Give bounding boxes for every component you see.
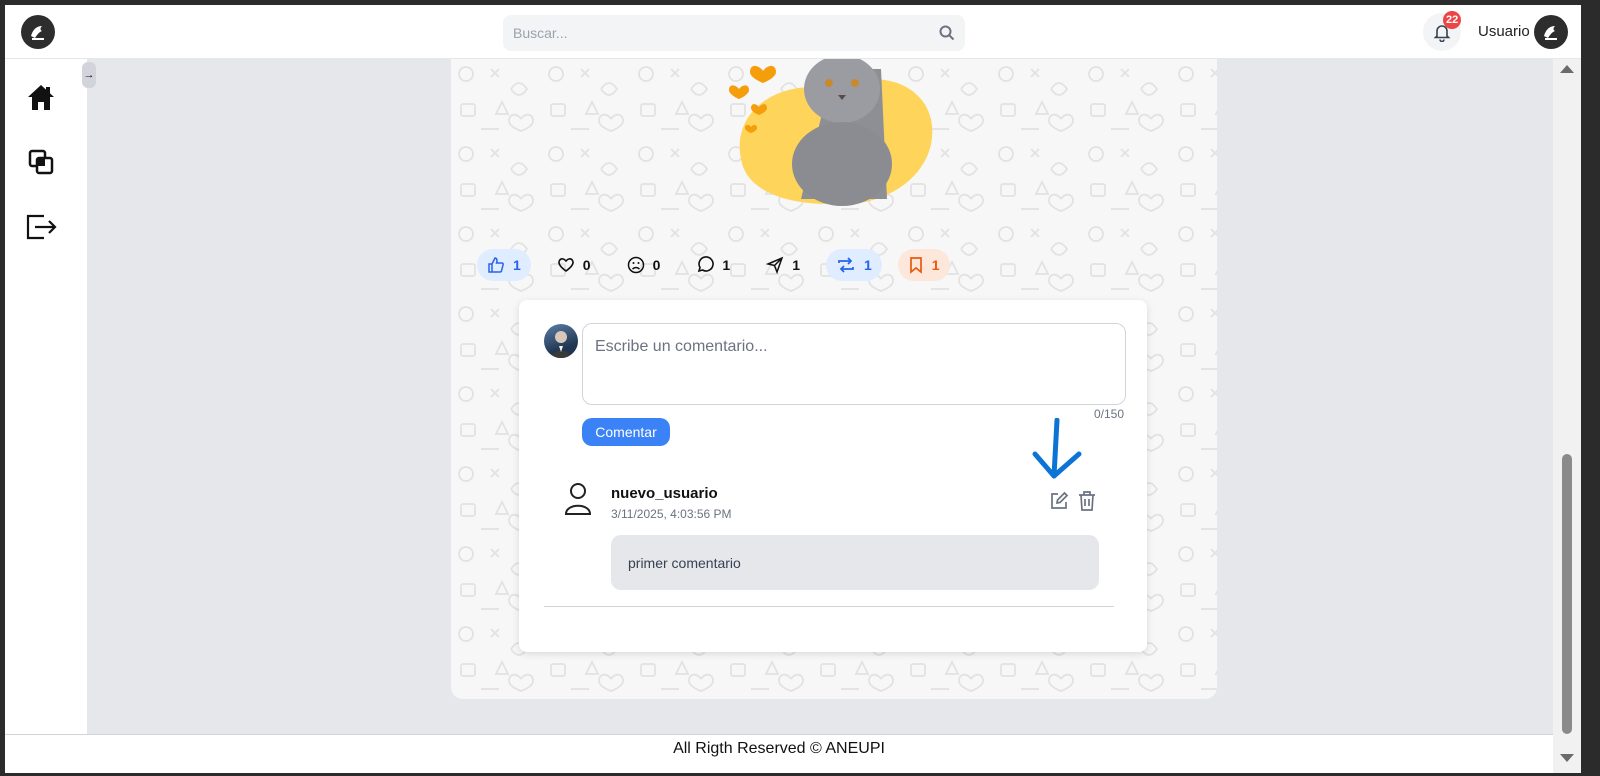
- app-window: 22 Usuario: [5, 5, 1581, 773]
- search-icon[interactable]: [939, 25, 955, 41]
- comment-text: primer comentario: [611, 535, 1099, 590]
- scrollbar-thumb[interactable]: [1562, 454, 1572, 734]
- username-label[interactable]: Usuario: [1478, 23, 1530, 40]
- sidebar-item-home[interactable]: [23, 79, 59, 115]
- comment-textarea[interactable]: [582, 323, 1126, 405]
- logo-bird-icon: [31, 26, 44, 40]
- search-bar: [503, 15, 965, 51]
- post-image-cat: [729, 59, 933, 206]
- current-user-avatar[interactable]: [544, 324, 578, 358]
- like-count: 1: [513, 257, 521, 273]
- comment-divider: [544, 606, 1114, 607]
- layers-icon: [28, 149, 54, 175]
- bookmark-count: 1: [931, 257, 940, 273]
- sad-count: 0: [652, 257, 661, 273]
- vertical-scrollbar[interactable]: [1553, 59, 1581, 773]
- share-count: 1: [792, 257, 800, 273]
- notification-badge: 22: [1443, 11, 1462, 29]
- comment-button[interactable]: 1: [686, 249, 740, 281]
- sad-button[interactable]: 0: [617, 249, 671, 281]
- send-icon: [766, 256, 784, 274]
- notifications-button[interactable]: 22: [1423, 11, 1462, 51]
- share-button[interactable]: 1: [756, 249, 810, 281]
- user-outline-icon: [564, 483, 592, 515]
- reaction-bar: 1 0 0 1 1 1 1: [477, 249, 966, 283]
- search-input[interactable]: [513, 25, 939, 41]
- trash-icon[interactable]: [1077, 490, 1097, 512]
- sidebar: [5, 59, 87, 753]
- love-count: 0: [582, 257, 591, 273]
- avatar-bird-icon: [1544, 26, 1557, 40]
- character-counter: 0/150: [1094, 407, 1125, 421]
- repost-icon: [838, 257, 854, 273]
- love-button[interactable]: 0: [547, 249, 601, 281]
- user-avatar[interactable]: [1534, 15, 1568, 49]
- scroll-down-arrow[interactable]: [1560, 754, 1574, 762]
- logout-icon: [26, 214, 57, 240]
- sidebar-item-layers[interactable]: [23, 144, 59, 180]
- sad-face-icon: [627, 256, 644, 274]
- thumbs-up-icon: [488, 257, 504, 273]
- top-navbar: 22 Usuario: [5, 5, 1581, 59]
- repost-count: 1: [863, 257, 872, 273]
- post-card: 1 0 0 1 1 1 1 Escribe un comentario... 0…: [451, 59, 1217, 699]
- comment-icon: [698, 256, 715, 273]
- submit-comment-button[interactable]: Comentar: [582, 418, 670, 446]
- app-logo[interactable]: [21, 15, 55, 49]
- bookmark-icon: [909, 257, 922, 274]
- annotation-arrow-icon: [1032, 418, 1082, 479]
- sidebar-toggle-button[interactable]: →: [82, 62, 96, 88]
- comments-panel: 0/150 Comentar nuevo_usuario 3/11/2025, …: [519, 300, 1147, 652]
- footer-copyright: All Rigth Reserved © ANEUPI: [673, 740, 885, 757]
- scroll-up-arrow[interactable]: [1560, 65, 1574, 73]
- home-icon: [28, 85, 54, 110]
- heart-icon: [557, 258, 574, 272]
- repost-button[interactable]: 1: [825, 249, 882, 281]
- edit-icon[interactable]: [1049, 491, 1069, 511]
- person-photo-icon: [551, 331, 571, 358]
- comment-timestamp: 3/11/2025, 4:03:56 PM: [611, 507, 732, 521]
- bookmark-button[interactable]: 1: [897, 249, 950, 281]
- like-button[interactable]: 1: [477, 249, 531, 281]
- sidebar-item-logout[interactable]: [23, 209, 59, 245]
- page-footer: All Rigth Reserved © ANEUPI: [5, 734, 1553, 773]
- comment-author: nuevo_usuario: [611, 485, 718, 502]
- comment-count: 1: [722, 257, 731, 273]
